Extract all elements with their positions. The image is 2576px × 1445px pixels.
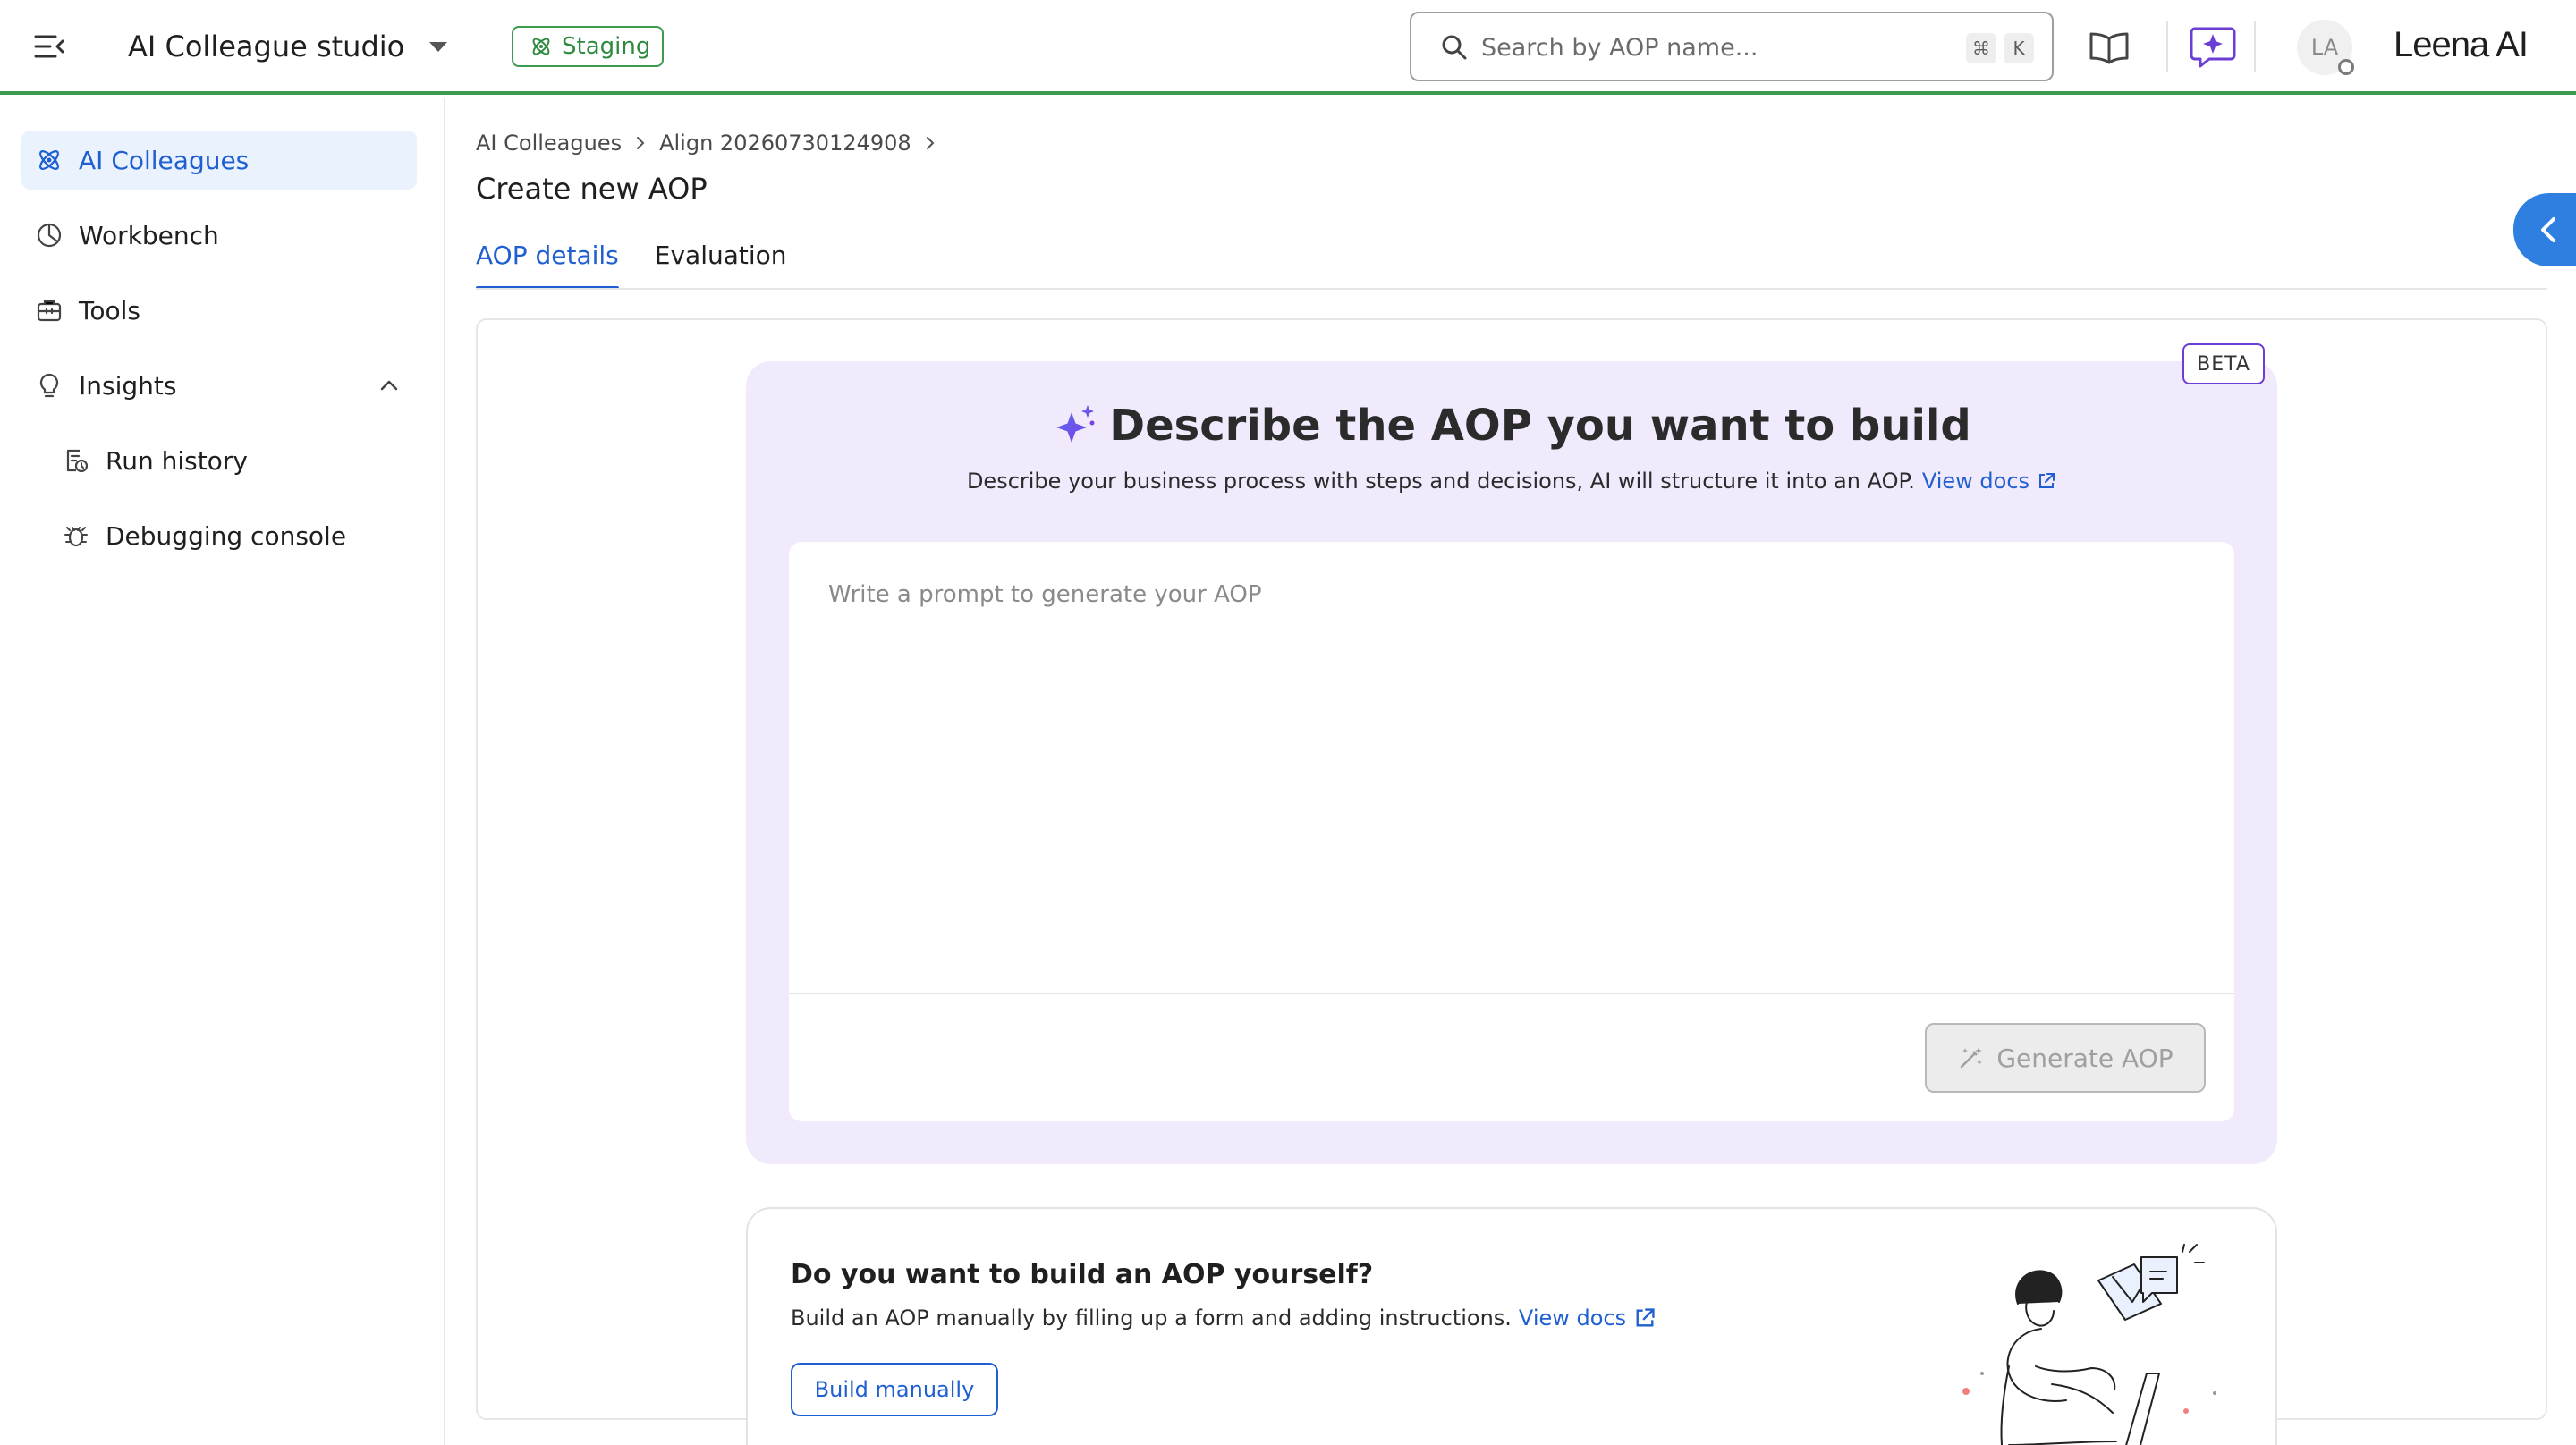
ai-assistant-icon[interactable]: [2188, 21, 2238, 72]
lightbulb-icon: [34, 370, 64, 401]
sidebar-item-workbench[interactable]: Workbench: [21, 206, 417, 265]
manual-card-subtitle: Build an AOP manually by filling up a fo…: [791, 1306, 1657, 1331]
sidebar-item-tools[interactable]: Tools: [21, 281, 417, 340]
external-link-icon[interactable]: [1633, 1306, 1657, 1330]
prompt-box: Generate AOP: [789, 542, 2234, 1121]
search-icon: [1440, 33, 1469, 62]
divider: [789, 993, 2234, 994]
sparkle-icon: [1052, 401, 1100, 450]
toolbox-icon: [34, 295, 64, 325]
view-docs-link[interactable]: View docs: [1922, 469, 2029, 494]
breadcrumb: AI Colleagues Align 20260730124908: [476, 131, 938, 156]
prompt-input[interactable]: [828, 581, 2188, 939]
sidebar-item-insights[interactable]: Insights: [21, 356, 417, 415]
sidebar-item-label: Debugging console: [106, 520, 347, 551]
chevron-right-icon: [922, 135, 938, 151]
ai-panel-subtitle: Describe your business process with step…: [746, 469, 2277, 494]
atom-icon: [34, 145, 64, 175]
top-bar: AI Colleague studio Staging ⌘ K LA Leena…: [0, 0, 2576, 95]
tab-aop-details[interactable]: AOP details: [476, 238, 619, 290]
divider: [476, 288, 2547, 290]
divider: [2166, 21, 2168, 72]
status-indicator: [2338, 59, 2354, 75]
bug-icon: [61, 520, 91, 551]
sidebar-item-label: AI Colleagues: [79, 145, 250, 175]
sidebar-item-ai-colleagues[interactable]: AI Colleagues: [21, 131, 417, 190]
ai-panel-description: Describe your business process with step…: [966, 469, 1915, 494]
manual-build-card: Do you want to build an AOP yourself? Bu…: [746, 1207, 2277, 1445]
generate-aop-label: Generate AOP: [1996, 1043, 2174, 1073]
ai-panel-title: Describe the AOP you want to build: [1109, 401, 1971, 451]
ai-panel-heading: Describe the AOP you want to build: [746, 401, 2277, 451]
sidebar-item-label: Tools: [79, 295, 140, 325]
external-link-icon[interactable]: [2037, 471, 2056, 491]
search-box[interactable]: ⌘ K: [1410, 12, 2054, 81]
chevron-left-icon: [2535, 215, 2563, 245]
beta-badge: BETA: [2182, 343, 2265, 384]
sidebar-item-run-history[interactable]: Run history: [21, 431, 417, 490]
magic-wand-icon: [1957, 1044, 1984, 1071]
breadcrumb-item[interactable]: AI Colleagues: [476, 131, 622, 156]
panel-toggle-button[interactable]: [2513, 193, 2576, 266]
tab-evaluation[interactable]: Evaluation: [655, 238, 787, 290]
view-docs-link[interactable]: View docs: [1519, 1306, 1626, 1331]
brand-logo: Leena AI: [2394, 18, 2529, 72]
sidebar-item-debugging-console[interactable]: Debugging console: [21, 506, 417, 565]
page-title: Create new AOP: [476, 172, 708, 206]
chevron-right-icon: [632, 135, 648, 151]
sidebar-item-label: Workbench: [79, 220, 219, 250]
shortcut-key-cmd: ⌘: [1966, 33, 1996, 63]
search-input[interactable]: [1481, 26, 1928, 69]
shortcut-key-k: K: [2004, 33, 2034, 63]
env-badge[interactable]: Staging: [512, 26, 664, 67]
workbench-icon: [34, 220, 64, 250]
sidebar-item-label: Insights: [79, 370, 177, 401]
manual-card-description: Build an AOP manually by filling up a fo…: [791, 1306, 1512, 1331]
breadcrumb-item[interactable]: Align 20260730124908: [659, 131, 911, 156]
divider: [2254, 21, 2256, 72]
chevron-down-icon[interactable]: [425, 36, 452, 57]
menu-collapse-icon[interactable]: [32, 29, 68, 64]
book-icon[interactable]: [2088, 29, 2131, 66]
manual-card-title: Do you want to build an AOP yourself?: [791, 1259, 1374, 1290]
chevron-up-icon[interactable]: [377, 374, 401, 397]
history-icon: [61, 445, 91, 476]
sidebar: AI Colleagues Workbench Tools Insights R…: [0, 98, 445, 1445]
generate-aop-button[interactable]: Generate AOP: [1925, 1023, 2206, 1093]
tab-bar: AOP details Evaluation: [476, 238, 787, 290]
atom-icon: [530, 35, 553, 58]
sidebar-item-label: Run history: [106, 445, 248, 476]
brand-name: Leena AI: [2394, 24, 2529, 64]
build-manually-button[interactable]: Build manually: [791, 1363, 998, 1416]
person-at-laptop-illustration: [1955, 1241, 2241, 1445]
app-title[interactable]: AI Colleague studio: [128, 27, 404, 66]
env-badge-label: Staging: [562, 33, 651, 60]
